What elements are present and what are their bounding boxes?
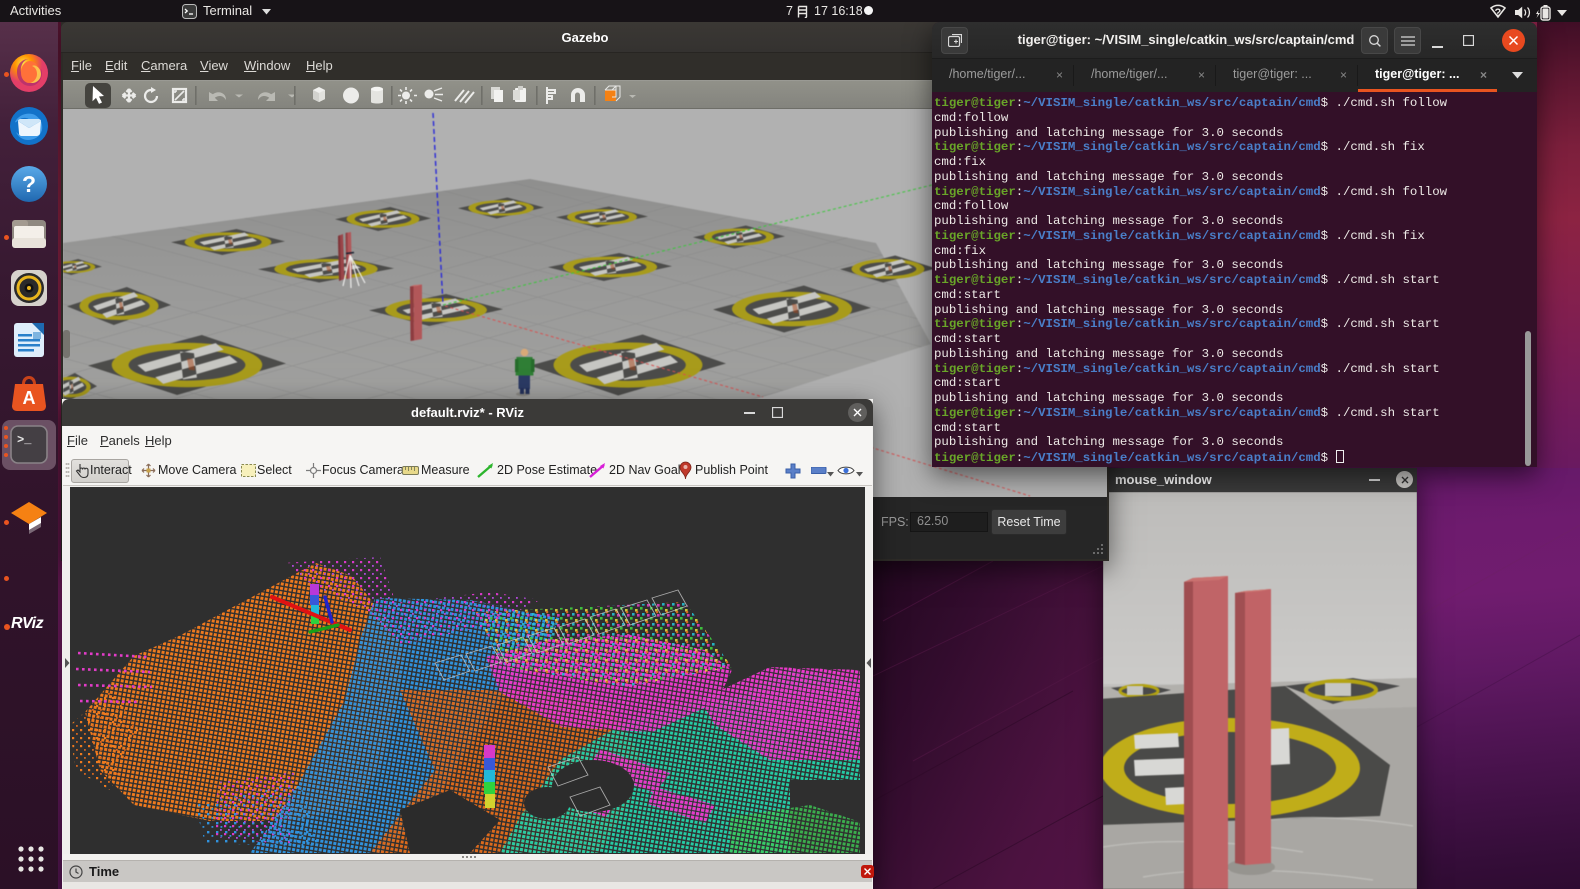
svg-text:>_: >_ [17, 433, 32, 447]
svg-text:?: ? [1495, 7, 1502, 19]
svg-text:?: ? [22, 171, 36, 197]
svg-text:A: A [23, 388, 36, 408]
